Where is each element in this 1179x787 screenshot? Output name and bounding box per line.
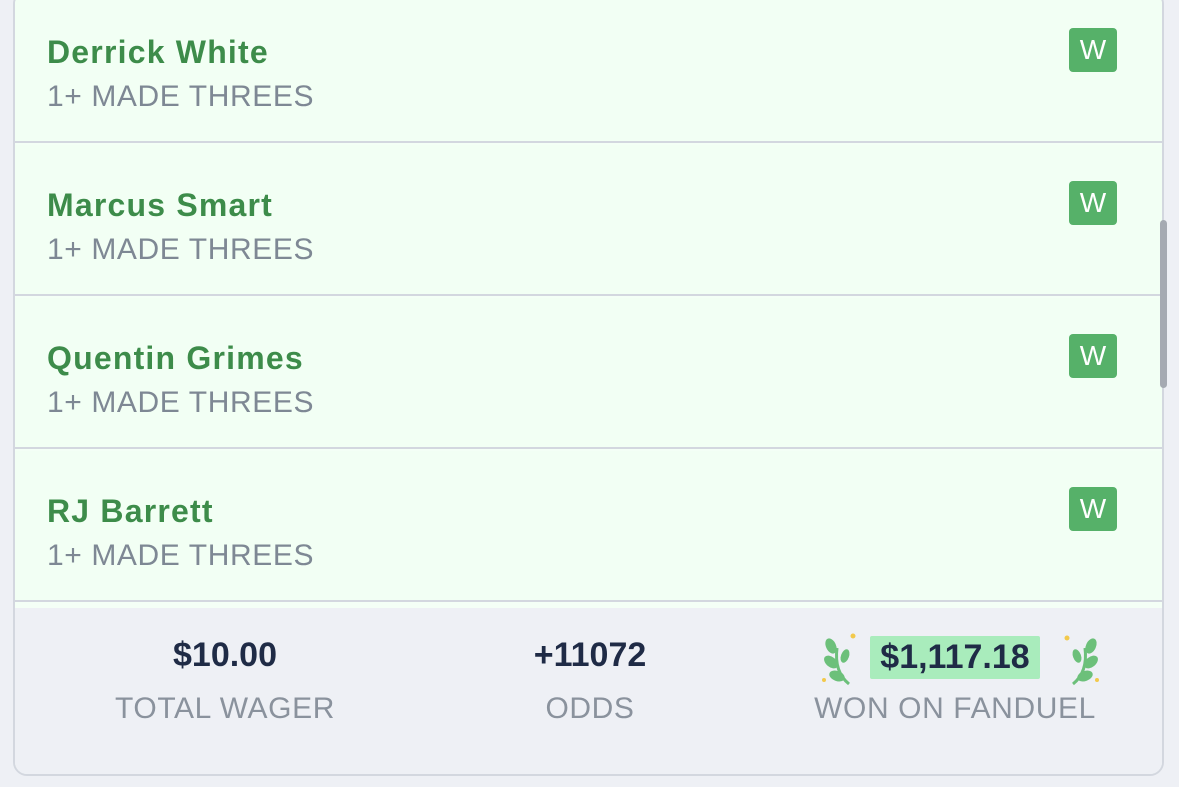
odds-value: +11072	[533, 636, 647, 674]
leg-row[interactable]: Quentin Grimes 1+ MADE THREES W	[15, 298, 1162, 449]
market-label: 1+ MADE THREES	[47, 386, 315, 419]
win-badge: W	[1069, 181, 1117, 225]
laurel-right-icon	[1064, 635, 1099, 686]
win-badge: W	[1069, 28, 1117, 72]
market-label: 1+ MADE THREES	[47, 233, 315, 266]
player-name: Marcus Smart	[47, 187, 274, 223]
laurel-left-icon	[822, 633, 856, 686]
scrollbar-thumb[interactable]	[1160, 220, 1167, 388]
bet-card: Derrick White 1+ MADE THREES W Marcus Sm…	[13, 0, 1164, 776]
payout-value: $1,117.18	[870, 636, 1040, 679]
leg-row[interactable]: Derrick White 1+ MADE THREES W	[15, 0, 1162, 143]
total-wager-label: TOTAL WAGER	[115, 692, 335, 725]
odds-label: ODDS	[545, 692, 635, 725]
player-name: Quentin Grimes	[47, 340, 304, 376]
player-name: Derrick White	[47, 34, 269, 70]
total-wager-value: $10.00	[173, 636, 277, 674]
market-label: 1+ MADE THREES	[47, 539, 315, 572]
payout-label: WON ON FANDUEL	[814, 692, 1096, 725]
win-badge: W	[1069, 487, 1117, 531]
leg-row[interactable]: Marcus Smart 1+ MADE THREES W	[15, 145, 1162, 296]
win-badge: W	[1069, 334, 1117, 378]
player-name: RJ Barrett	[47, 493, 214, 529]
leg-row[interactable]: RJ Barrett 1+ MADE THREES W	[15, 451, 1162, 602]
bet-summary-footer: $10.00 TOTAL WAGER +11072 ODDS $1,117.18…	[15, 608, 1162, 774]
market-label: 1+ MADE THREES	[47, 80, 315, 113]
